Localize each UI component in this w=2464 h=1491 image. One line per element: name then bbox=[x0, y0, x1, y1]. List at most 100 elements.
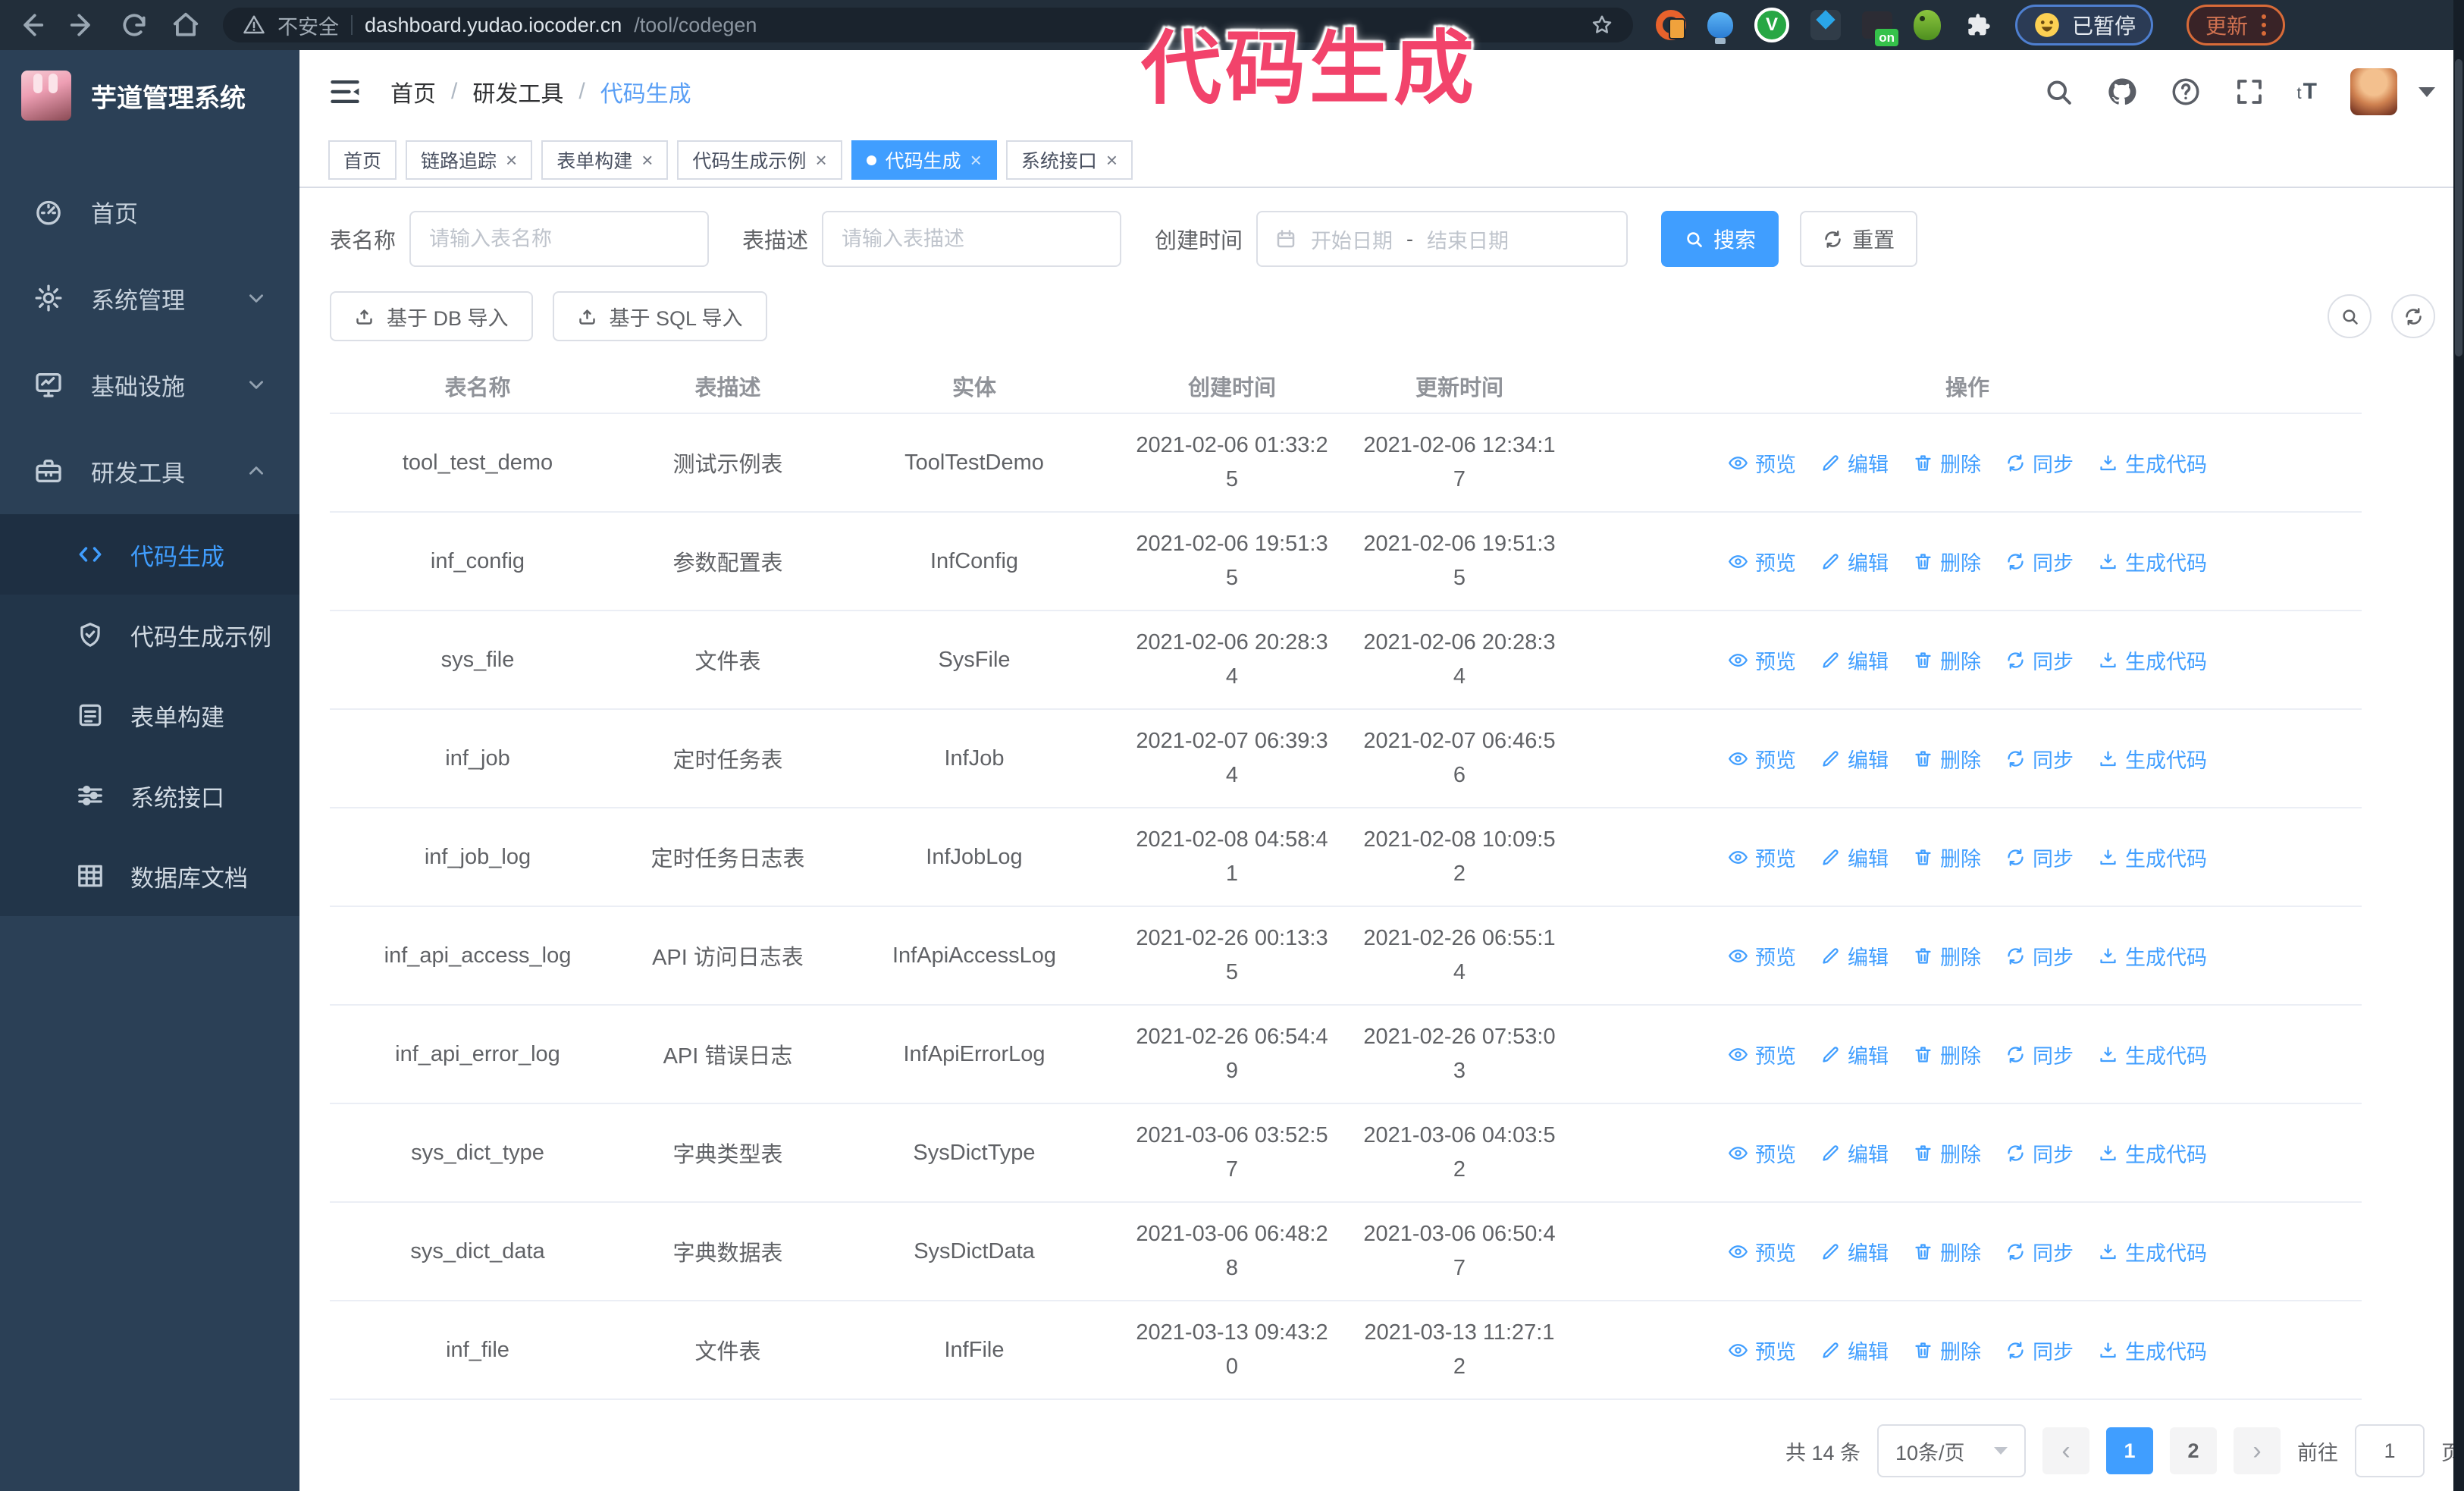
avatar-caret-icon[interactable] bbox=[2419, 86, 2435, 97]
toggle-search-button[interactable] bbox=[2328, 294, 2372, 338]
action-sync[interactable]: 同步 bbox=[2005, 1237, 2074, 1267]
extensions-puzzle-icon[interactable] bbox=[1962, 10, 1992, 40]
action-edit[interactable]: 编辑 bbox=[1820, 1237, 1889, 1267]
sidebar-item-devtools[interactable]: 研发工具 bbox=[0, 428, 299, 514]
page-size-select[interactable]: 10条/页 bbox=[1877, 1424, 2026, 1477]
action-sync[interactable]: 同步 bbox=[2005, 448, 2074, 478]
github-icon[interactable] bbox=[2106, 76, 2138, 108]
table-desc-input[interactable] bbox=[822, 211, 1122, 267]
tab-close-icon[interactable]: × bbox=[506, 150, 517, 170]
table-row[interactable]: inf_job 定时任务表 InfJob 2021-02-07 06:39:34… bbox=[330, 710, 2362, 808]
refresh-table-button[interactable] bbox=[2391, 294, 2435, 338]
sidebar-subitem-codegen[interactable]: 代码生成 bbox=[0, 514, 299, 595]
search-icon[interactable] bbox=[2042, 76, 2074, 108]
action-sync[interactable]: 同步 bbox=[2005, 1336, 2074, 1365]
action-delete[interactable]: 删除 bbox=[1913, 843, 1981, 872]
extension-v-icon[interactable]: V bbox=[1754, 8, 1789, 42]
next-page-button[interactable]: › bbox=[2234, 1427, 2281, 1474]
search-button[interactable]: 搜索 bbox=[1661, 211, 1779, 267]
action-sync[interactable]: 同步 bbox=[2005, 1138, 2074, 1168]
prev-page-button[interactable]: ‹ bbox=[2042, 1427, 2089, 1474]
page-button-2[interactable]: 2 bbox=[2170, 1427, 2217, 1474]
action-sync[interactable]: 同步 bbox=[2005, 843, 2074, 872]
sidebar-subitem-db-doc[interactable]: 数据库文档 bbox=[0, 836, 299, 916]
tab-close-icon[interactable]: × bbox=[815, 150, 826, 170]
help-icon[interactable] bbox=[2170, 76, 2202, 108]
table-row[interactable]: tool_test_demo 测试示例表 ToolTestDemo 2021-0… bbox=[330, 414, 2362, 513]
bookmark-star-icon[interactable] bbox=[1591, 14, 1613, 36]
action-generate-code[interactable]: 生成代码 bbox=[2098, 1237, 2207, 1267]
table-row[interactable]: inf_api_access_log API 访问日志表 InfApiAcces… bbox=[330, 907, 2362, 1006]
action-generate-code[interactable]: 生成代码 bbox=[2098, 941, 2207, 971]
reset-button[interactable]: 重置 bbox=[1800, 211, 1918, 267]
home-icon[interactable] bbox=[171, 11, 200, 39]
profile-paused-badge[interactable]: 已暂停 bbox=[2015, 5, 2154, 46]
action-delete[interactable]: 删除 bbox=[1913, 547, 1981, 576]
reload-icon[interactable] bbox=[120, 11, 149, 39]
action-edit[interactable]: 编辑 bbox=[1820, 1138, 1889, 1168]
back-icon[interactable] bbox=[17, 11, 45, 39]
extension-frog-icon[interactable] bbox=[1914, 10, 1941, 40]
action-preview[interactable]: 预览 bbox=[1728, 448, 1796, 478]
fullscreen-icon[interactable] bbox=[2234, 76, 2265, 108]
action-delete[interactable]: 删除 bbox=[1913, 448, 1981, 478]
action-generate-code[interactable]: 生成代码 bbox=[2098, 645, 2207, 675]
action-preview[interactable]: 预览 bbox=[1728, 1040, 1796, 1069]
forward-icon[interactable] bbox=[68, 11, 97, 39]
hamburger-icon[interactable] bbox=[328, 75, 362, 108]
table-row[interactable]: inf_file 文件表 InfFile 2021-03-13 09:43:20… bbox=[330, 1301, 2362, 1400]
action-delete[interactable]: 删除 bbox=[1913, 645, 1981, 675]
action-sync[interactable]: 同步 bbox=[2005, 941, 2074, 971]
security-warning-icon[interactable] bbox=[243, 14, 265, 36]
action-edit[interactable]: 编辑 bbox=[1820, 1336, 1889, 1365]
tab-close-icon[interactable]: × bbox=[970, 150, 982, 170]
action-delete[interactable]: 删除 bbox=[1913, 744, 1981, 774]
extension-orange-icon[interactable] bbox=[1656, 10, 1686, 40]
goto-page-input[interactable] bbox=[2355, 1424, 2425, 1477]
action-preview[interactable]: 预览 bbox=[1728, 744, 1796, 774]
sidebar-subitem-form-builder[interactable]: 表单构建 bbox=[0, 675, 299, 755]
tab-home[interactable]: 首页 bbox=[328, 140, 397, 180]
action-edit[interactable]: 编辑 bbox=[1820, 744, 1889, 774]
url-host[interactable]: dashboard.yudao.iocoder.cn bbox=[365, 14, 622, 37]
action-preview[interactable]: 预览 bbox=[1728, 1336, 1796, 1365]
extension-diamond-icon[interactable] bbox=[1810, 10, 1841, 40]
update-button[interactable]: 更新 bbox=[2187, 5, 2286, 46]
action-edit[interactable]: 编辑 bbox=[1820, 547, 1889, 576]
action-sync[interactable]: 同步 bbox=[2005, 645, 2074, 675]
action-generate-code[interactable]: 生成代码 bbox=[2098, 448, 2207, 478]
url-path[interactable]: /tool/codegen bbox=[634, 14, 757, 37]
action-preview[interactable]: 预览 bbox=[1728, 547, 1796, 576]
action-edit[interactable]: 编辑 bbox=[1820, 645, 1889, 675]
tab-close-icon[interactable]: × bbox=[641, 150, 653, 170]
sidebar-item-infra[interactable]: 基础设施 bbox=[0, 341, 299, 428]
extension-bulb-icon[interactable] bbox=[1707, 12, 1733, 44]
scrollbar-thumb[interactable] bbox=[2455, 59, 2462, 356]
date-range-picker[interactable]: 开始日期 - 结束日期 bbox=[1256, 211, 1629, 267]
window-scrollbar[interactable] bbox=[2453, 0, 2464, 1491]
table-row[interactable]: inf_api_error_log API 错误日志 InfApiErrorLo… bbox=[330, 1006, 2362, 1104]
action-generate-code[interactable]: 生成代码 bbox=[2098, 843, 2207, 872]
action-preview[interactable]: 预览 bbox=[1728, 1138, 1796, 1168]
action-generate-code[interactable]: 生成代码 bbox=[2098, 744, 2207, 774]
tab-close-icon[interactable]: × bbox=[1106, 150, 1118, 170]
action-edit[interactable]: 编辑 bbox=[1820, 941, 1889, 971]
action-preview[interactable]: 预览 bbox=[1728, 941, 1796, 971]
action-preview[interactable]: 预览 bbox=[1728, 1237, 1796, 1267]
import-db-button[interactable]: 基于 DB 导入 bbox=[330, 291, 533, 341]
action-preview[interactable]: 预览 bbox=[1728, 843, 1796, 872]
action-delete[interactable]: 删除 bbox=[1913, 1040, 1981, 1069]
action-generate-code[interactable]: 生成代码 bbox=[2098, 1336, 2207, 1365]
sidebar-item-home[interactable]: 首页 bbox=[0, 168, 299, 255]
action-generate-code[interactable]: 生成代码 bbox=[2098, 1040, 2207, 1069]
action-edit[interactable]: 编辑 bbox=[1820, 448, 1889, 478]
sidebar-subitem-api[interactable]: 系统接口 bbox=[0, 755, 299, 836]
sidebar-logo-row[interactable]: 芋道管理系统 bbox=[0, 50, 299, 141]
breadcrumb-item[interactable]: 研发工具 bbox=[472, 75, 563, 108]
action-sync[interactable]: 同步 bbox=[2005, 547, 2074, 576]
start-date-placeholder[interactable]: 开始日期 bbox=[1311, 224, 1393, 254]
end-date-placeholder[interactable]: 结束日期 bbox=[1427, 224, 1509, 254]
extension-switch-icon[interactable]: on bbox=[1862, 11, 1898, 46]
avatar[interactable] bbox=[2350, 68, 2397, 115]
table-row[interactable]: inf_job_log 定时任务日志表 InfJobLog 2021-02-08… bbox=[330, 808, 2362, 907]
